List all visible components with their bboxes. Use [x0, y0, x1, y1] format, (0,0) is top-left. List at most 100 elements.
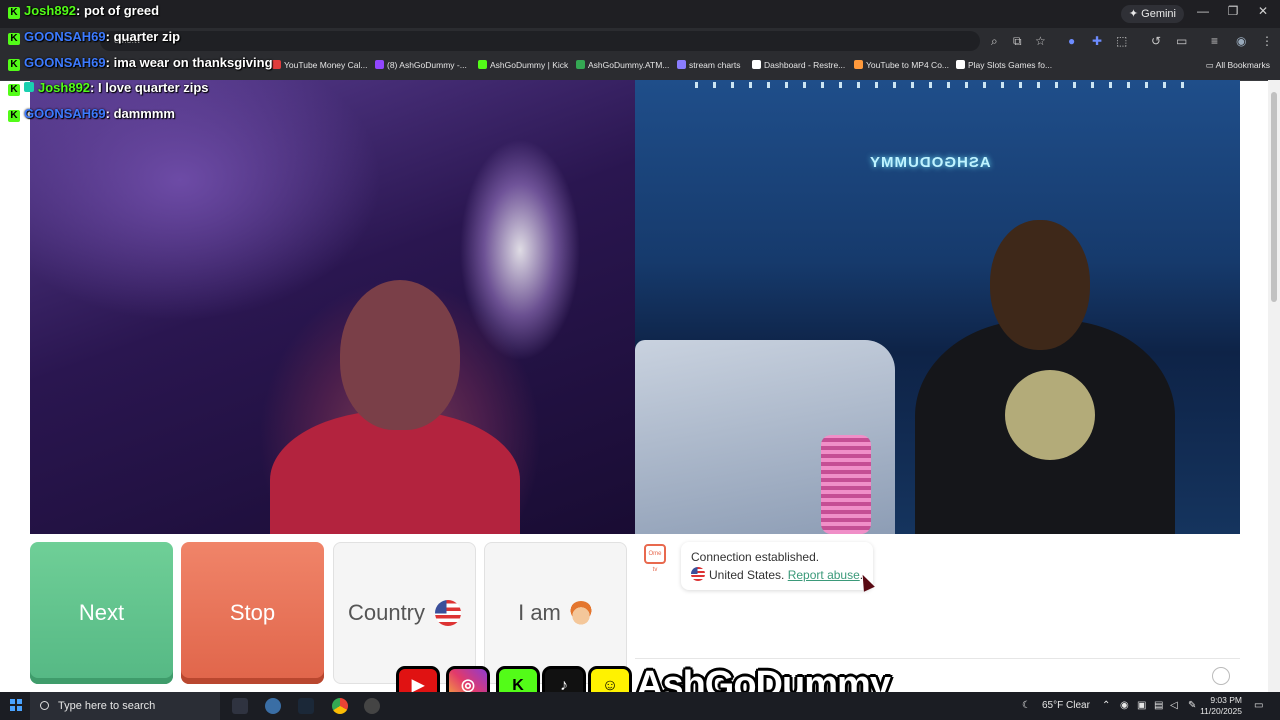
bookmark-item[interactable]: (8) AshGoDummy -... — [375, 60, 467, 70]
self-video: ASHGODUMMY — [635, 80, 1240, 534]
bookmark-favicon — [272, 60, 281, 69]
bookmark-favicon — [375, 60, 384, 69]
obs-icon[interactable] — [364, 698, 380, 714]
bookmark-label: Play Slots Games fo... — [968, 60, 1053, 70]
profile-avatar-icon[interactable]: ◉ — [1236, 34, 1246, 48]
extension-icon[interactable]: ● — [1068, 34, 1075, 48]
task-view-icon[interactable] — [232, 698, 248, 714]
next-label: Next — [78, 600, 125, 625]
chat-username: GOONSAH69 — [24, 55, 106, 70]
bookmark-label: YouTube to MP4 Co... — [866, 60, 950, 70]
taskbar: Type here to search ☾ 65°F Clear ⌃ ◉ ▣ ▤… — [0, 692, 1280, 720]
subscriber-badge-icon — [24, 82, 34, 92]
streamer-head — [990, 220, 1090, 350]
history-icon[interactable]: ↺ — [1151, 34, 1161, 48]
stream-chat-line: K Josh892: pot of greed — [8, 3, 159, 19]
install-icon[interactable]: ⧉ — [1013, 34, 1022, 49]
close-icon[interactable]: ✕ — [1248, 4, 1278, 18]
connection-status: Connection established. — [691, 550, 820, 564]
kick-badge-icon: K — [8, 84, 20, 96]
bookmark-item[interactable]: YouTube Money Cal... — [272, 60, 367, 70]
kick-badge-icon: K — [8, 7, 20, 19]
bookmark-item[interactable]: Play Slots Games fo... — [956, 60, 1052, 70]
chrome-icon[interactable] — [332, 698, 348, 714]
extension-icon[interactable]: ✚ — [1092, 34, 1102, 48]
emoji-icon[interactable] — [1212, 667, 1230, 685]
bookmark-item[interactable]: YouTube to MP4 Co... — [854, 60, 949, 70]
bookmark-favicon — [956, 60, 965, 69]
all-bookmarks-button[interactable]: ▭ All Bookmarks — [1206, 60, 1270, 71]
ometv-logo-icon: Ome tv — [644, 544, 666, 573]
clock[interactable]: 9:03 PM 11/20/2025 — [1200, 695, 1242, 717]
notifications-icon[interactable]: ▭ — [1254, 692, 1263, 720]
folder-icon: ▭ — [1205, 60, 1214, 70]
stop-button[interactable]: Stop — [181, 542, 324, 684]
bookmark-label: YouTube Money Cal... — [284, 60, 368, 70]
country-button[interactable]: Country — [333, 542, 476, 684]
all-bookmarks-label: All Bookmarks — [1215, 60, 1270, 70]
shirt-logo — [1005, 370, 1095, 460]
bookmark-label: (8) AshGoDummy -... — [387, 60, 467, 70]
omnibox[interactable]: ome.tv — [100, 31, 980, 51]
tray-chevron-icon[interactable]: ⌃ — [1102, 692, 1110, 720]
stream-chat-line: K GOONSAH69: dammmm — [8, 106, 175, 122]
stream-chat-line: K Josh892: I love quarter zips — [8, 80, 209, 96]
extensions-puzzle-icon[interactable]: ⬚ — [1116, 34, 1127, 48]
stop-label: Stop — [229, 600, 276, 625]
country-name: United States. — [709, 568, 785, 582]
chat-username: Josh892 — [38, 80, 91, 95]
maximize-icon[interactable]: ❐ — [1218, 4, 1248, 18]
tray-app-icon[interactable]: ▣ — [1137, 692, 1146, 720]
menu-icon[interactable]: ⋮ — [1261, 34, 1273, 48]
bookmark-label: Dashboard - Restre... — [764, 60, 846, 70]
tray-app-icon[interactable]: ◉ — [1120, 692, 1129, 720]
bookmark-favicon — [854, 60, 863, 69]
report-abuse-link[interactable]: Report abuse — [788, 568, 860, 582]
zoom-icon[interactable]: ⌕ — [991, 34, 998, 49]
bookmark-label: AshGoDummy | Kick — [490, 60, 569, 70]
address-bar: ome.tv — [0, 28, 1280, 54]
ometv-logo-text: Ome tv — [648, 551, 662, 573]
taskbar-search[interactable]: Type here to search — [30, 692, 220, 720]
app-icon[interactable] — [265, 698, 281, 714]
media-icon[interactable]: ≡ — [1211, 34, 1218, 48]
network-icon[interactable]: ▤ — [1154, 692, 1163, 720]
bookmark-favicon — [576, 60, 585, 69]
pen-icon[interactable]: ✎ — [1188, 692, 1196, 720]
stranger-person-head — [340, 280, 460, 430]
chat-username: GOONSAH69 — [24, 29, 106, 44]
gender-button[interactable]: I am — [484, 542, 627, 684]
weather-status[interactable]: 65°F Clear — [1042, 692, 1090, 720]
bookmark-favicon — [752, 60, 761, 69]
clock-time: 9:03 PM — [1210, 695, 1242, 705]
bookmark-item[interactable]: AshGoDummy.ATM... — [576, 60, 669, 70]
volume-icon[interactable]: ◁ — [1170, 692, 1178, 720]
steam-icon[interactable] — [298, 698, 314, 714]
gemini-button[interactable]: ✦ Gemini — [1120, 5, 1184, 23]
star-icon[interactable]: ☆ — [1035, 34, 1046, 48]
search-placeholder: Type here to search — [58, 700, 156, 712]
chat-message: : I love quarter zips — [90, 80, 209, 95]
kick-badge-icon: K — [8, 110, 20, 122]
iam-label: I am — [518, 600, 561, 625]
scrollbar-thumb[interactable] — [1271, 92, 1277, 302]
speaker — [821, 435, 871, 534]
minimize-icon[interactable]: — — [1188, 4, 1218, 18]
stream-chat-line: K GOONSAH69: quarter zip — [8, 29, 180, 45]
bookmark-item[interactable]: Dashboard - Restre... — [752, 60, 845, 70]
search-icon — [40, 701, 49, 710]
stream-chat-line: K GOONSAH69: ima wear on thanksgiving — [8, 55, 273, 71]
windows-start-icon[interactable] — [10, 699, 22, 711]
bookmark-item[interactable]: stream charts — [677, 60, 741, 70]
boy-emoji-icon — [568, 601, 593, 625]
country-label: Country — [347, 600, 426, 625]
us-flag-icon — [691, 567, 705, 581]
neon-sign: ASHGODUMMY — [869, 154, 991, 171]
bookmark-item[interactable]: AshGoDummy | Kick — [478, 60, 568, 70]
kick-badge-icon: K — [8, 59, 20, 71]
bookmark-favicon — [677, 60, 686, 69]
chat-username: Josh892 — [24, 3, 77, 18]
page-scrollbar[interactable] — [1268, 80, 1280, 692]
next-button[interactable]: Next — [30, 542, 173, 684]
sidepanel-icon[interactable]: ▭ — [1176, 34, 1187, 48]
